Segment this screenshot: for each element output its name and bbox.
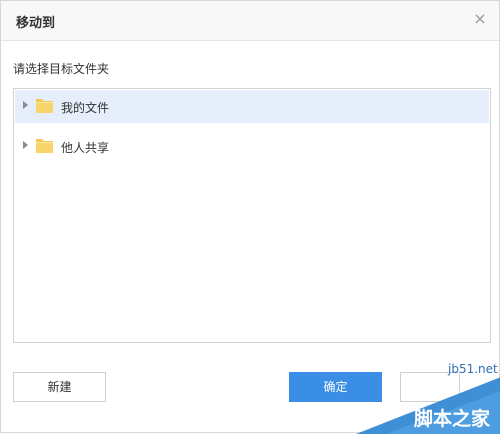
site-watermark: jb51.net 脚本之家 <box>356 359 500 434</box>
watermark-site: jb51.net <box>448 362 498 376</box>
tree-item-label: 他人共享 <box>61 141 110 155</box>
new-folder-button[interactable]: 新建 <box>13 372 106 402</box>
select-folder-prompt: 请选择目标文件夹 <box>13 62 110 76</box>
tree-item-my-files[interactable]: 我的文件 <box>15 90 489 123</box>
tree-item-shared[interactable]: 他人共享 <box>15 130 489 163</box>
dialog-header: 移动到 × <box>1 1 499 41</box>
tree-item-label: 我的文件 <box>61 101 110 115</box>
expand-arrow-icon[interactable] <box>23 141 28 149</box>
folder-icon <box>35 96 54 115</box>
expand-arrow-icon[interactable] <box>23 101 28 109</box>
move-to-dialog: 移动到 × 请选择目标文件夹 我的文件 他人共享 新建 确定 jb51.net … <box>0 0 500 434</box>
folder-icon <box>35 136 54 155</box>
watermark-name: 脚本之家 <box>414 408 491 430</box>
close-icon[interactable]: × <box>471 10 489 28</box>
dialog-title: 移动到 <box>16 16 56 31</box>
folder-tree: 我的文件 他人共享 <box>13 88 491 343</box>
